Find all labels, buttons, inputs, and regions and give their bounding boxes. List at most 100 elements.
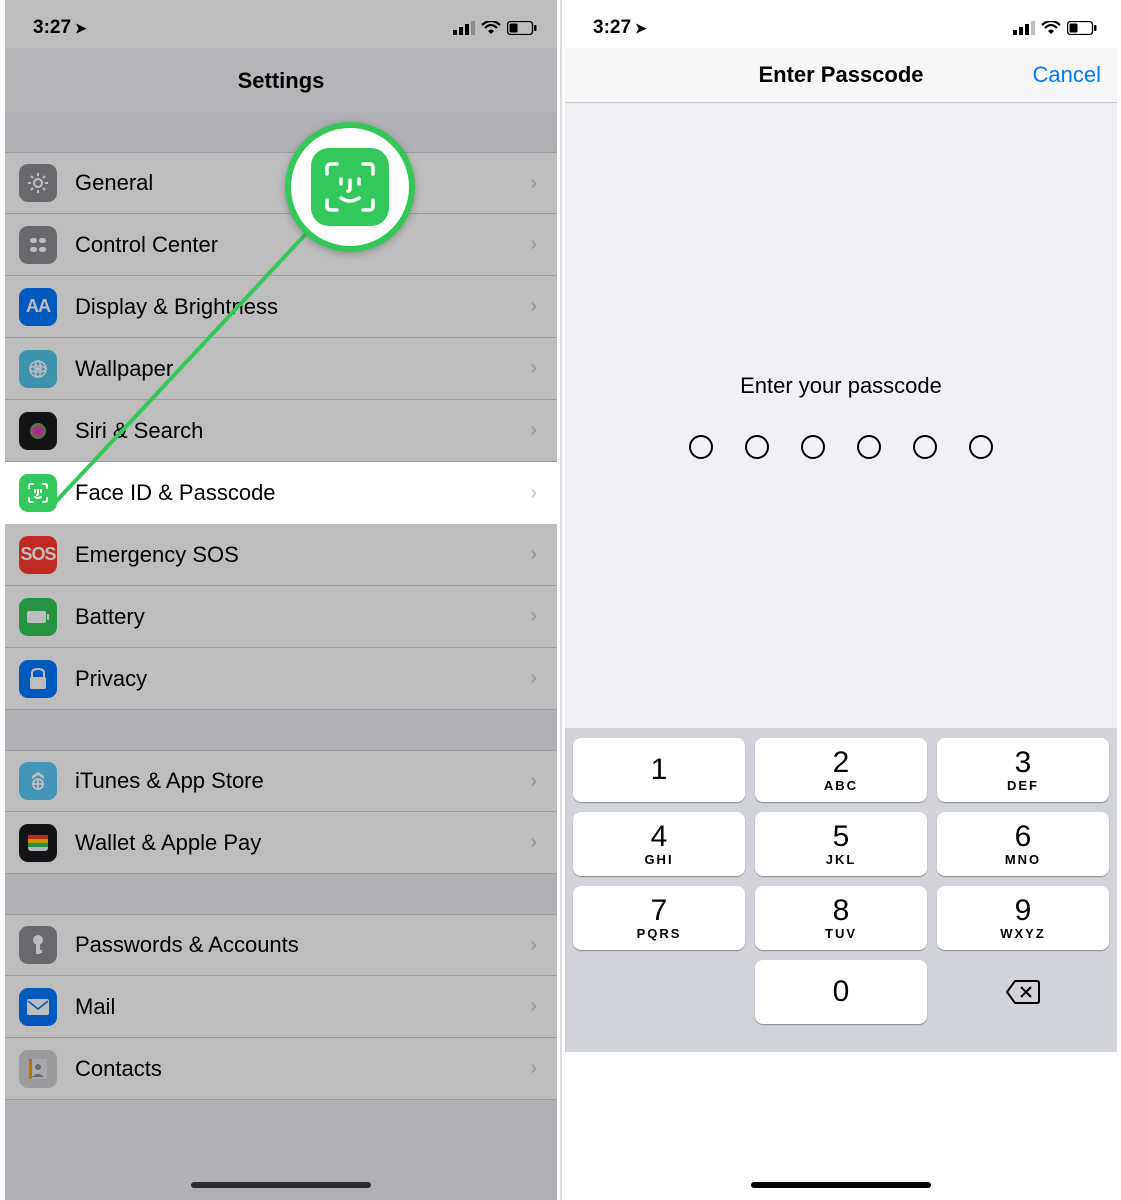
keypad-key-7[interactable]: 7PQRS xyxy=(573,886,745,950)
key-digit: 7 xyxy=(651,896,668,926)
chevron-right-icon: › xyxy=(530,995,537,1018)
settings-item-label: Wallpaper xyxy=(75,356,530,382)
passcode-dot xyxy=(801,435,825,459)
keypad-key-1[interactable]: 1 xyxy=(573,738,745,802)
key-digit: 1 xyxy=(651,755,668,785)
settings-item-wallpaper[interactable]: Wallpaper› xyxy=(5,338,557,400)
chevron-right-icon: › xyxy=(530,419,537,442)
chevron-right-icon: › xyxy=(530,543,537,566)
chevron-right-icon: › xyxy=(530,667,537,690)
home-indicator[interactable] xyxy=(751,1182,931,1188)
wifi-icon xyxy=(1041,21,1061,35)
chevron-right-icon: › xyxy=(530,295,537,318)
privacy-icon xyxy=(19,660,57,698)
chevron-right-icon: › xyxy=(530,1057,537,1080)
key-digit: 0 xyxy=(833,977,850,1007)
chevron-right-icon: › xyxy=(530,357,537,380)
passcode-dot xyxy=(689,435,713,459)
control-icon xyxy=(19,226,57,264)
faceid-icon xyxy=(19,474,57,512)
siri-icon xyxy=(19,412,57,450)
cancel-button[interactable]: Cancel xyxy=(1033,48,1101,102)
display-icon: AA xyxy=(19,288,57,326)
keypad-key-8[interactable]: 8TUV xyxy=(755,886,927,950)
settings-item-passwords[interactable]: Passwords & Accounts› xyxy=(5,914,557,976)
settings-item-sos[interactable]: SOS Emergency SOS› xyxy=(5,524,557,586)
key-digit: 3 xyxy=(1015,748,1032,778)
key-digit: 8 xyxy=(833,896,850,926)
status-bar: 3:27 ➤ xyxy=(565,0,1117,48)
settings-item-label: Display & Brightness xyxy=(75,294,530,320)
settings-item-label: Privacy xyxy=(75,666,530,692)
cell-signal-icon xyxy=(453,21,475,35)
status-time: 3:27 xyxy=(593,17,631,39)
key-letters: ABC xyxy=(824,778,858,793)
key-letters: MNO xyxy=(1005,852,1041,867)
keypad-delete[interactable] xyxy=(937,960,1109,1024)
settings-item-label: Mail xyxy=(75,994,530,1020)
settings-item-privacy[interactable]: Privacy› xyxy=(5,648,557,710)
battery-icon xyxy=(507,21,537,35)
settings-screen: 3:27 ➤ Settings General›Control Center›A… xyxy=(5,0,557,1200)
settings-item-label: Control Center xyxy=(75,232,530,258)
keypad-key-4[interactable]: 4GHI xyxy=(573,812,745,876)
keypad-key-9[interactable]: 9WXYZ xyxy=(937,886,1109,950)
settings-item-general[interactable]: General› xyxy=(5,152,557,214)
key-digit: 5 xyxy=(833,822,850,852)
passcode-dot xyxy=(745,435,769,459)
home-indicator[interactable] xyxy=(191,1182,371,1188)
number-keypad: 12ABC3DEF4GHI5JKL6MNO7PQRS8TUV9WXYZ0 xyxy=(565,728,1117,1052)
settings-item-label: Wallet & Apple Pay xyxy=(75,830,530,856)
contacts-icon xyxy=(19,1050,57,1088)
keypad-key-5[interactable]: 5JKL xyxy=(755,812,927,876)
settings-item-itunes[interactable]: iTunes & App Store› xyxy=(5,750,557,812)
key-letters: TUV xyxy=(825,926,857,941)
passwords-icon xyxy=(19,926,57,964)
passcode-dot xyxy=(857,435,881,459)
key-letters: WXYZ xyxy=(1000,926,1046,941)
backspace-icon xyxy=(1005,979,1041,1005)
chevron-right-icon: › xyxy=(530,605,537,628)
navbar: Enter Passcode Cancel xyxy=(565,48,1117,103)
chevron-right-icon: › xyxy=(530,482,537,505)
settings-item-label: Emergency SOS xyxy=(75,542,530,568)
keypad-key-0[interactable]: 0 xyxy=(755,960,927,1024)
settings-item-siri[interactable]: Siri & Search› xyxy=(5,400,557,462)
settings-item-control[interactable]: Control Center› xyxy=(5,214,557,276)
key-digit: 9 xyxy=(1015,896,1032,926)
settings-item-contacts[interactable]: Contacts› xyxy=(5,1038,557,1100)
location-icon: ➤ xyxy=(75,20,87,37)
settings-item-display[interactable]: AA Display & Brightness› xyxy=(5,276,557,338)
nav-title: Enter Passcode xyxy=(758,62,923,88)
settings-item-mail[interactable]: Mail› xyxy=(5,976,557,1038)
key-letters: DEF xyxy=(1007,778,1039,793)
passcode-dots xyxy=(689,435,993,459)
page-title: Settings xyxy=(5,48,557,112)
keypad-key-2[interactable]: 2ABC xyxy=(755,738,927,802)
key-letters: PQRS xyxy=(637,926,682,941)
chevron-right-icon: › xyxy=(530,831,537,854)
mail-icon xyxy=(19,988,57,1026)
status-bar: 3:27 ➤ xyxy=(5,0,557,48)
battery-icon xyxy=(19,598,57,636)
settings-item-label: Face ID & Passcode xyxy=(75,480,530,506)
settings-item-faceid[interactable]: Face ID & Passcode› xyxy=(5,462,557,524)
itunes-icon xyxy=(19,762,57,800)
settings-item-label: Siri & Search xyxy=(75,418,530,444)
keypad-key-3[interactable]: 3DEF xyxy=(937,738,1109,802)
passcode-screen: 3:27 ➤ Enter Passcode Cancel Enter your … xyxy=(565,0,1117,1200)
battery-icon xyxy=(1067,21,1097,35)
passcode-prompt: Enter your passcode xyxy=(740,373,942,399)
key-digit: 6 xyxy=(1015,822,1032,852)
sos-icon: SOS xyxy=(19,536,57,574)
key-digit: 2 xyxy=(833,748,850,778)
chevron-right-icon: › xyxy=(530,934,537,957)
location-icon: ➤ xyxy=(635,20,647,37)
keypad-blank xyxy=(573,960,745,1024)
settings-item-wallet[interactable]: Wallet & Apple Pay› xyxy=(5,812,557,874)
settings-item-label: Contacts xyxy=(75,1056,530,1082)
chevron-right-icon: › xyxy=(530,770,537,793)
settings-item-label: Battery xyxy=(75,604,530,630)
settings-item-battery[interactable]: Battery› xyxy=(5,586,557,648)
keypad-key-6[interactable]: 6MNO xyxy=(937,812,1109,876)
